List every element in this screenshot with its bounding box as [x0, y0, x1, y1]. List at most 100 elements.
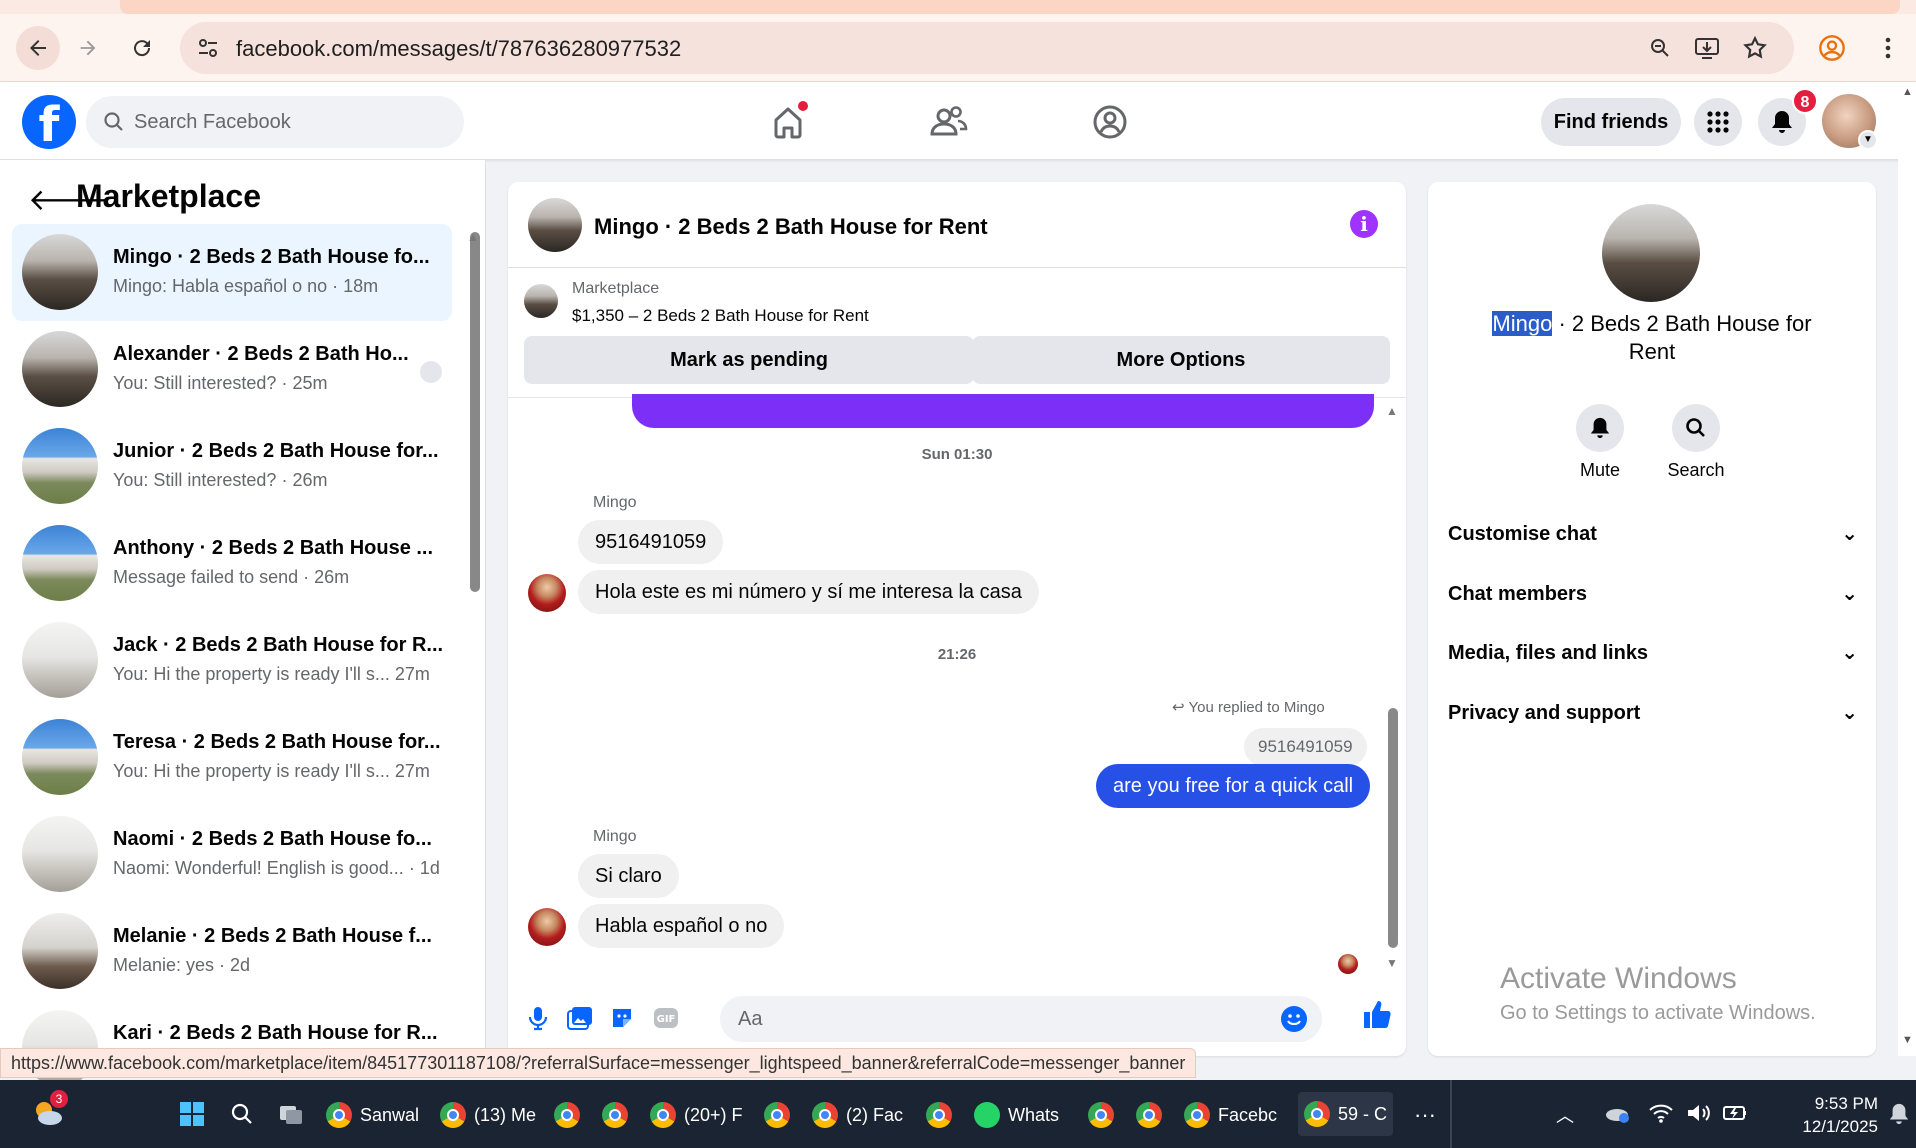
arrow-right-icon: [80, 40, 96, 56]
back-button[interactable]: [16, 26, 60, 70]
more-options-button[interactable]: More Options: [972, 336, 1390, 384]
chrome-icon: [1088, 1102, 1114, 1128]
taskbar-chrome-window[interactable]: [1136, 1098, 1170, 1132]
scroll-up-arrow-icon[interactable]: ▲: [1902, 86, 1913, 98]
scroll-down-arrow-icon[interactable]: ▼: [1386, 956, 1398, 970]
message-bubble-in[interactable]: Habla español o no: [578, 904, 785, 948]
chat-avatar[interactable]: [528, 198, 582, 252]
conversation-item[interactable]: Jack · 2 Beds 2 Bath House for R... You: …: [12, 612, 452, 709]
forward-button[interactable]: [70, 30, 106, 66]
clock[interactable]: 9:53 PM 12/1/2025: [1772, 1092, 1878, 1138]
sender-avatar[interactable]: [528, 574, 566, 612]
nav-friends[interactable]: [924, 98, 972, 146]
mute-button[interactable]: Mute: [1560, 404, 1640, 481]
scroll-down-arrow-icon[interactable]: ▼: [1902, 1034, 1913, 1046]
sender-avatar[interactable]: [528, 908, 566, 946]
scroll-up-arrow-icon[interactable]: ▲: [1386, 404, 1398, 418]
facebook-logo-icon[interactable]: f: [22, 95, 76, 149]
page-scrollbar[interactable]: ▲ ▼: [1898, 82, 1916, 1056]
nav-home[interactable]: [764, 98, 812, 146]
taskbar-chrome-window[interactable]: [602, 1098, 636, 1132]
conversation-name: Kari · 2 Beds 2 Bath House for R...: [113, 1022, 438, 1044]
address-bar[interactable]: facebook.com/messages/t/787636280977532: [180, 22, 1794, 74]
info-icon[interactable]: i: [1350, 210, 1378, 238]
taskbar-chrome-window[interactable]: [926, 1098, 960, 1132]
taskbar-overflow-button[interactable]: ···: [1414, 1098, 1436, 1132]
row-label: Privacy and support: [1448, 702, 1641, 724]
clock-time: 9:53 PM: [1814, 1094, 1878, 1113]
conversation-item[interactable]: Alexander · 2 Beds 2 Bath Ho... You: Stil…: [12, 321, 452, 418]
listing-link[interactable]: $1,350 – 2 Beds 2 Bath House for Rent: [572, 306, 869, 326]
taskbar-chrome-window[interactable]: Sanwal: [326, 1098, 419, 1132]
mark-as-pending-button[interactable]: Mark as pending: [524, 336, 974, 384]
battery-icon[interactable]: [1722, 1102, 1748, 1129]
grid-menu-icon: [1707, 111, 1729, 133]
bookmark-star-icon[interactable]: [1742, 35, 1768, 61]
account-avatar[interactable]: ▼: [1822, 94, 1878, 150]
active-tab[interactable]: [120, 0, 1900, 14]
taskbar-chrome-window[interactable]: Facebc: [1184, 1098, 1277, 1132]
voice-clip-icon[interactable]: [522, 1002, 554, 1034]
browser-menu-button[interactable]: [1870, 30, 1906, 66]
scroll-up-arrow-icon[interactable]: ▲: [467, 230, 479, 244]
onedrive-icon[interactable]: [1604, 1102, 1630, 1129]
volume-icon[interactable]: [1686, 1102, 1712, 1129]
taskbar-whatsapp-window[interactable]: Whats: [974, 1098, 1059, 1132]
chevron-down-icon[interactable]: ▼: [1858, 130, 1878, 150]
photo-icon[interactable]: [564, 1002, 596, 1034]
taskbar-chrome-window[interactable]: (2) Fac: [812, 1098, 903, 1132]
menu-button[interactable]: [1694, 98, 1742, 146]
install-app-icon[interactable]: [1694, 36, 1720, 60]
task-view-button[interactable]: [278, 1102, 304, 1131]
taskbar-chrome-window[interactable]: (13) Me: [440, 1098, 536, 1132]
message-bubble-out[interactable]: are you free for a quick call: [1096, 764, 1371, 808]
gif-icon[interactable]: GIF: [650, 1002, 682, 1034]
conversation-item[interactable]: Naomi · 2 Beds 2 Bath House fo... Naomi: …: [12, 806, 452, 903]
listing-thumbnail[interactable]: [524, 284, 558, 318]
left-scrollbar[interactable]: [470, 232, 480, 592]
conversation-item[interactable]: Junior · 2 Beds 2 Bath House for... You: …: [12, 418, 452, 515]
message-input[interactable]: Aa: [720, 996, 1322, 1042]
quoted-message[interactable]: 9516491059: [1244, 728, 1367, 766]
taskbar-window-label: 59 - C: [1338, 1103, 1388, 1124]
thumbs-up-icon[interactable]: [1360, 998, 1392, 1030]
conversation-item[interactable]: Mingo · 2 Beds 2 Bath House fo... Mingo: …: [12, 224, 452, 321]
taskbar-chrome-window[interactable]: [554, 1098, 588, 1132]
reload-button[interactable]: [124, 30, 160, 66]
chat-title[interactable]: Mingo · 2 Beds 2 Bath House for Rent: [594, 214, 988, 240]
show-hidden-icons-button[interactable]: ︿: [1556, 1098, 1574, 1132]
conversation-item[interactable]: Melanie · 2 Beds 2 Bath House f... Melani…: [12, 903, 452, 1000]
find-friends-button[interactable]: Find friends: [1541, 98, 1681, 146]
zoom-icon[interactable]: [1648, 36, 1672, 60]
start-button[interactable]: [180, 1102, 204, 1126]
notification-center-icon[interactable]: [1888, 1102, 1910, 1131]
url-text[interactable]: facebook.com/messages/t/787636280977532: [236, 36, 681, 62]
chat-scrollbar[interactable]: [1388, 708, 1398, 948]
wifi-icon[interactable]: [1648, 1102, 1674, 1129]
privacy-support-row[interactable]: Privacy and support ⌄: [1448, 691, 1858, 735]
taskbar-chrome-window[interactable]: [1088, 1098, 1122, 1132]
conversation-item[interactable]: Teresa · 2 Beds 2 Bath House for... You: …: [12, 709, 452, 806]
emoji-icon[interactable]: [1280, 1005, 1308, 1033]
media-files-links-row[interactable]: Media, files and links ⌄: [1448, 631, 1858, 675]
message-bubble-in[interactable]: Si claro: [578, 854, 679, 898]
taskbar-search-button[interactable]: [230, 1102, 254, 1131]
conversation-item[interactable]: Anthony · 2 Beds 2 Bath House ... Message…: [12, 515, 452, 612]
taskbar-chrome-window[interactable]: (20+) F: [650, 1098, 743, 1132]
search-in-chat-button[interactable]: Search: [1656, 404, 1736, 481]
sticker-icon[interactable]: [606, 1002, 638, 1034]
taskbar-chrome-window[interactable]: [764, 1098, 798, 1132]
message-bubble-in[interactable]: Hola este es mi número y sí me interesa …: [578, 570, 1039, 614]
chrome-icon: [764, 1102, 790, 1128]
taskbar-chrome-window-active[interactable]: 59 - C: [1298, 1092, 1394, 1136]
message-placeholder: Aa: [738, 1008, 763, 1030]
search-facebook-input[interactable]: Search Facebook: [86, 96, 464, 148]
weather-widget[interactable]: 3: [30, 1090, 68, 1130]
nav-groups[interactable]: [1086, 98, 1134, 146]
message-bubble-in[interactable]: 9516491059: [578, 520, 724, 564]
chat-info-avatar[interactable]: [1602, 204, 1700, 302]
chat-members-row[interactable]: Chat members ⌄: [1448, 572, 1858, 616]
site-settings-icon[interactable]: [196, 36, 220, 60]
profile-button[interactable]: [1814, 30, 1850, 66]
customise-chat-row[interactable]: Customise chat ⌄: [1448, 512, 1858, 556]
